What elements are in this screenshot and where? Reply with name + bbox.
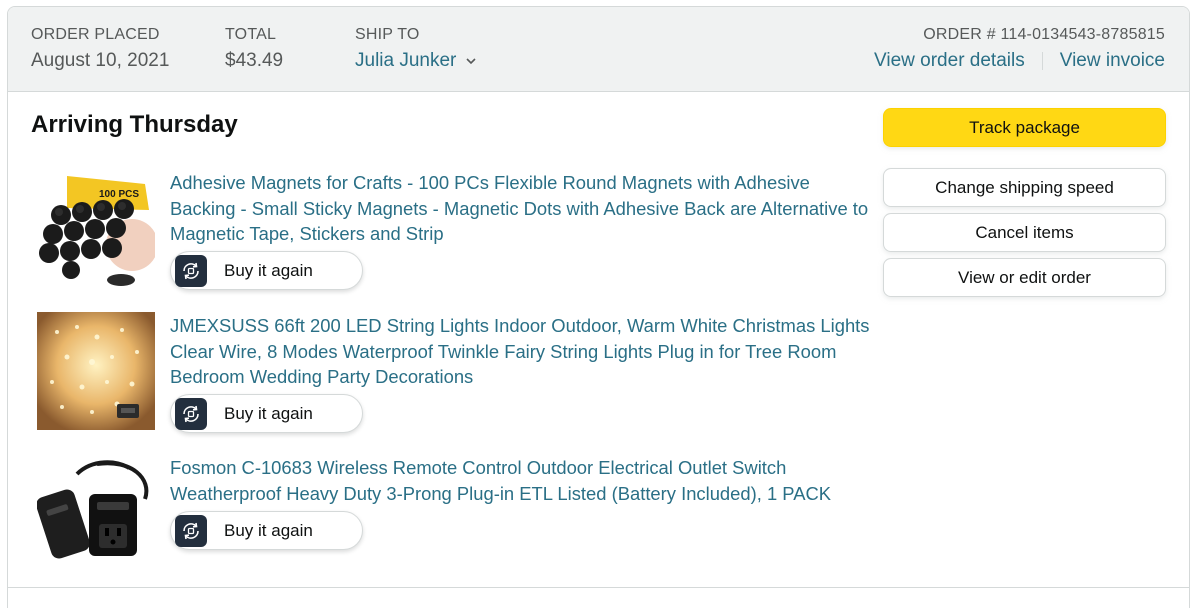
product-image-outlet-switch[interactable] bbox=[37, 454, 155, 572]
reorder-icon bbox=[175, 397, 207, 430]
buy-it-again-label: Buy it again bbox=[224, 403, 313, 423]
reorder-icon bbox=[175, 254, 207, 287]
order-placed-column: ORDER PLACED August 10, 2021 bbox=[31, 26, 169, 72]
cancel-items-button[interactable]: Cancel items bbox=[883, 213, 1166, 252]
item-title-link[interactable]: Adhesive Magnets for Crafts - 100 PCs Fl… bbox=[170, 170, 870, 247]
link-divider bbox=[1041, 52, 1043, 70]
ship-to-column: SHIP TO Julia Junker bbox=[355, 26, 478, 72]
chevron-down-icon bbox=[466, 58, 476, 65]
order-links: View order details View invoice bbox=[874, 50, 1165, 72]
ship-to-label: SHIP TO bbox=[355, 26, 420, 43]
product-image-magnets[interactable]: 100 PCS bbox=[37, 170, 155, 288]
order-placed-label: ORDER PLACED bbox=[31, 26, 160, 43]
total-column: TOTAL $43.49 bbox=[225, 26, 283, 72]
magnets-image: 100 PCS bbox=[37, 170, 155, 288]
item-title-link[interactable]: Fosmon C-10683 Wireless Remote Control O… bbox=[170, 455, 870, 506]
outlet-switch-image bbox=[37, 454, 155, 572]
change-shipping-speed-button[interactable]: Change shipping speed bbox=[883, 168, 1166, 207]
section-divider bbox=[8, 587, 1189, 588]
order-card: ORDER PLACED August 10, 2021 TOTAL $43.4… bbox=[7, 6, 1190, 608]
track-package-button[interactable]: Track package bbox=[883, 108, 1166, 147]
shipment-status: Arriving Thursday bbox=[31, 111, 238, 138]
magnets-badge-text: 100 PCS bbox=[99, 189, 139, 200]
view-invoice-link[interactable]: View invoice bbox=[1060, 50, 1165, 72]
buy-it-again-button[interactable]: Buy it again bbox=[170, 251, 363, 290]
product-image-string-lights[interactable] bbox=[37, 312, 155, 430]
total-value: $43.49 bbox=[225, 50, 284, 71]
order-number-column: ORDER # 114-0134543-8785815 View order d… bbox=[874, 26, 1165, 72]
order-header: ORDER PLACED August 10, 2021 TOTAL $43.4… bbox=[8, 7, 1189, 92]
order-actions: Track package Change shipping speed Canc… bbox=[883, 108, 1166, 297]
buy-it-again-button[interactable]: Buy it again bbox=[170, 511, 363, 550]
reorder-icon bbox=[175, 514, 207, 547]
buy-it-again-button[interactable]: Buy it again bbox=[170, 394, 363, 433]
order-number: ORDER # 114-0134543-8785815 bbox=[923, 26, 1165, 43]
string-lights-image bbox=[37, 312, 155, 430]
item-title-link[interactable]: JMEXSUSS 66ft 200 LED String Lights Indo… bbox=[170, 313, 870, 390]
ship-to-dropdown[interactable]: Julia Junker bbox=[355, 50, 478, 72]
total-label: TOTAL bbox=[225, 26, 277, 43]
ship-to-name[interactable]: Julia Junker bbox=[355, 50, 456, 72]
buy-it-again-label: Buy it again bbox=[224, 260, 313, 280]
order-placed-date: August 10, 2021 bbox=[31, 50, 170, 71]
view-order-details-link[interactable]: View order details bbox=[874, 50, 1025, 72]
buy-it-again-label: Buy it again bbox=[224, 520, 313, 540]
view-or-edit-order-button[interactable]: View or edit order bbox=[883, 258, 1166, 297]
